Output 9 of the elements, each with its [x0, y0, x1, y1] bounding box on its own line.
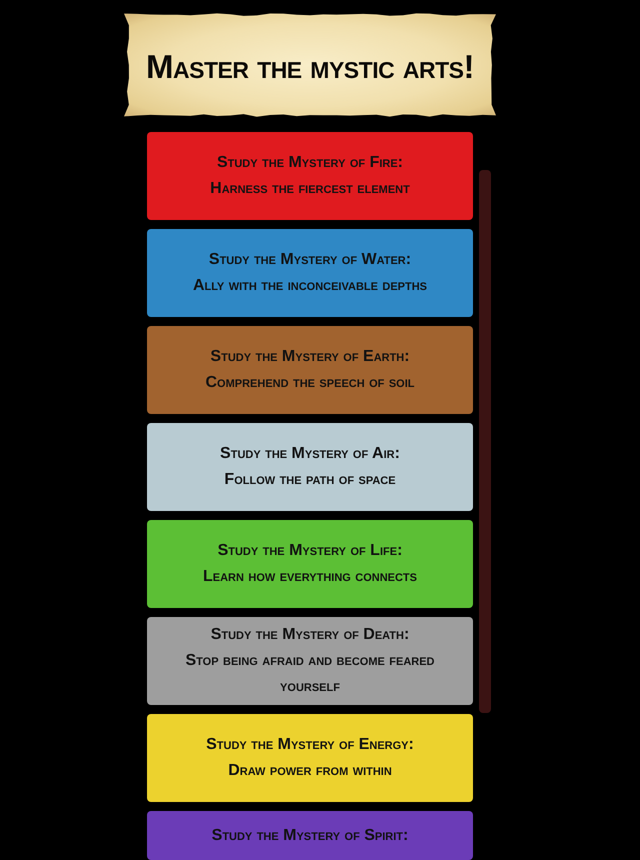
mystery-button[interactable]: Study the Mystery of Air: Follow the path of space: [147, 423, 473, 511]
mystery-button[interactable]: Study the Mystery of Death: Stop being afraid and become feared yourself: [147, 617, 473, 705]
mystery-button[interactable]: Study the Mystery of Water: Ally with the inconceivable depths: [147, 229, 473, 317]
mystery-button[interactable]: Study the Mystery of Earth: Comprehend the speech of soil: [147, 326, 473, 414]
page-title: Master the mystic arts!: [146, 47, 474, 87]
mystery-button[interactable]: Study the Mystery of Life: Learn how everything connects: [147, 520, 473, 608]
mystery-button[interactable]: Study the Mystery of Energy: Draw power from within: [147, 714, 473, 802]
mystery-button[interactable]: Study the Mystery of Fire: Harness the fiercest element: [147, 132, 473, 220]
scrollbar-thumb[interactable]: [479, 170, 491, 713]
